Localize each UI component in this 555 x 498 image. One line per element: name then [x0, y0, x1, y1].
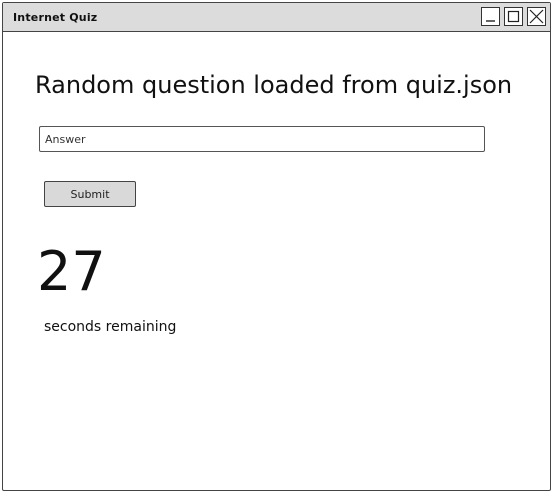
close-icon	[529, 9, 544, 24]
minimize-button[interactable]	[481, 7, 500, 26]
close-button[interactable]	[527, 7, 546, 26]
maximize-button[interactable]	[504, 7, 523, 26]
minimize-icon	[486, 20, 495, 22]
title-bar[interactable]: Internet Quiz	[3, 3, 550, 32]
answer-input[interactable]	[39, 126, 485, 152]
submit-button[interactable]: Submit	[44, 181, 136, 207]
maximize-icon	[507, 10, 520, 23]
countdown-seconds: 27	[37, 240, 106, 303]
window-title: Internet Quiz	[13, 11, 98, 24]
question-text: Random question loaded from quiz.json	[35, 71, 513, 99]
countdown-label: seconds remaining	[44, 319, 177, 335]
app-window: Internet Quiz Random question loaded fro…	[2, 2, 551, 491]
